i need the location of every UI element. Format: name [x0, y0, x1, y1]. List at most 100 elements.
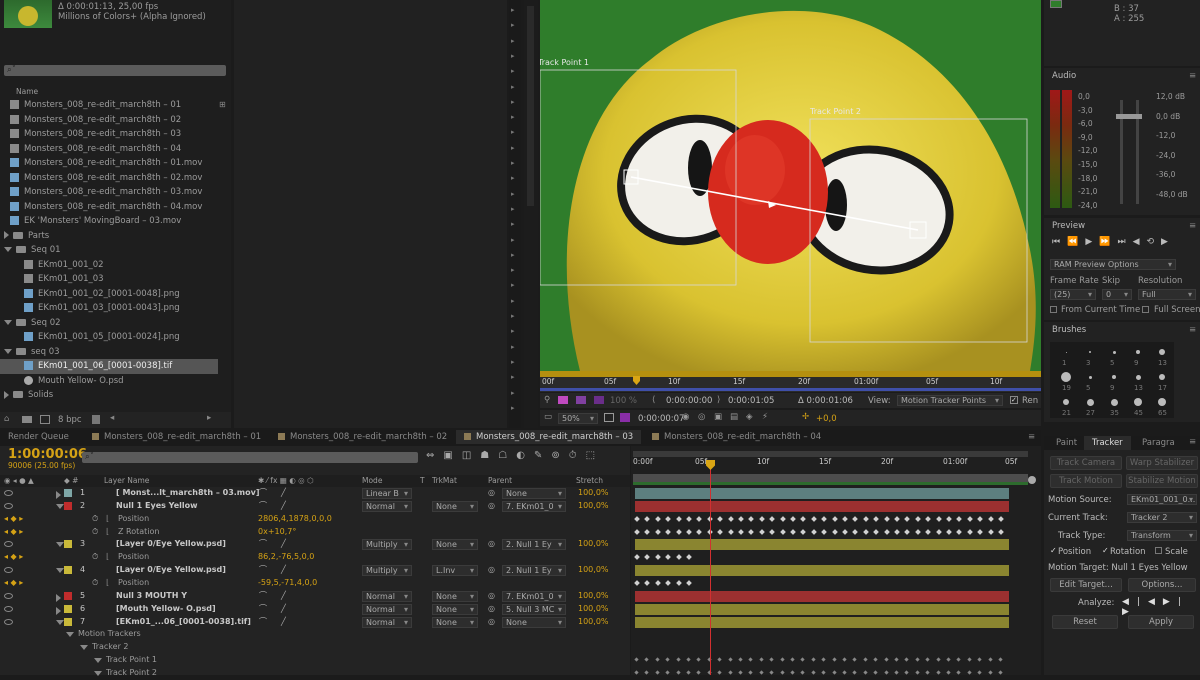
audio-icon[interactable]: ◀: [1133, 237, 1147, 247]
brush-preset[interactable]: [1159, 349, 1165, 355]
tracker-keyframe[interactable]: [935, 670, 941, 675]
project-item[interactable]: Monsters_008_re-edit_march8th – 04.mov: [0, 200, 218, 215]
tracker-keyframe[interactable]: [967, 657, 972, 662]
visibility-eye-icon[interactable]: [4, 502, 13, 509]
analyze-forward-icon[interactable]: ▶: [1163, 597, 1178, 607]
tracker-keyframe[interactable]: [894, 657, 899, 662]
keyframe[interactable]: [904, 515, 911, 522]
keyframe[interactable]: [852, 528, 859, 535]
col-mode[interactable]: Mode: [362, 475, 382, 487]
keyframe[interactable]: [644, 554, 651, 561]
tracker-keyframe[interactable]: [842, 657, 847, 662]
tracker-keyframe[interactable]: [998, 657, 1003, 662]
keyframe[interactable]: [675, 528, 682, 535]
tracker-keyframe[interactable]: [779, 670, 785, 675]
tracker-keyframe[interactable]: [696, 670, 702, 675]
keyframe[interactable]: [665, 554, 672, 561]
quality-switch-icon[interactable]: ╱: [281, 538, 286, 551]
frame-rate-dropdown[interactable]: (25): [1050, 289, 1096, 300]
stopwatch-icon[interactable]: ⏱: [92, 513, 98, 526]
keyframe[interactable]: [790, 528, 796, 535]
col-trkmat[interactable]: TrkMat: [432, 475, 457, 487]
analyze-back-one-icon[interactable]: ◀|: [1122, 597, 1148, 607]
tracker-keyframe[interactable]: [821, 670, 826, 675]
brush-preset[interactable]: [1088, 375, 1092, 379]
graph-icon[interactable]: ⌊: [106, 513, 109, 526]
brainstorm-icon[interactable]: ✎: [534, 450, 551, 461]
scale-checkbox[interactable]: [1155, 547, 1162, 554]
keyframe[interactable]: [738, 528, 744, 535]
timeline-ruler[interactable]: 0:00f 05f 10f 15f 20f 01:00f 05f: [631, 456, 1041, 472]
shy-switch-icon[interactable]: ⌒: [259, 538, 267, 551]
tracker-keyframe[interactable]: [987, 670, 993, 675]
scroll-arrow-icon[interactable]: ▸: [511, 404, 515, 412]
layer-duration-bar[interactable]: [635, 603, 1009, 615]
project-item[interactable]: Monsters_008_re-edit_march8th – 02: [0, 113, 218, 128]
tracker-keyframe[interactable]: [759, 670, 764, 675]
tracker-keyframe[interactable]: [883, 657, 889, 662]
keyframe[interactable]: [862, 528, 869, 535]
collapse-arrow-icon[interactable]: [4, 231, 9, 239]
column-header-name[interactable]: Name: [16, 87, 38, 96]
graph-icon[interactable]: ⌊: [106, 577, 109, 590]
tracker-keyframe[interactable]: [686, 670, 691, 675]
panel-scrollbar[interactable]: ▸ ▸ ▸ ▸ ▸ ▸ ▸ ▸ ▸ ▸ ▸ ▸ ▸ ▸ ▸ ▸ ▸ ▸ ▸ ▸ ▸ ▸ ▸ ▸ ▸ ▸ ▸: [509, 0, 521, 428]
project-item[interactable]: seq 03: [0, 345, 218, 360]
tracker-row[interactable]: Tracker 2: [0, 641, 630, 654]
viewer-quality[interactable]: 100 %: [610, 396, 637, 406]
stopwatch-icon[interactable]: ⏱: [92, 551, 98, 564]
audio-fader-handle[interactable]: [1116, 114, 1142, 119]
keyframe[interactable]: [810, 515, 817, 522]
keyframe[interactable]: [727, 515, 734, 522]
tracker-keyframe[interactable]: [915, 657, 920, 662]
resolution-icon[interactable]: ▣: [714, 412, 722, 422]
property-value[interactable]: 86,2,-76,5,0,0: [258, 551, 314, 564]
tracker-keyframe[interactable]: [956, 657, 962, 662]
auto-keyframe-icon[interactable]: ⏱: [569, 450, 586, 461]
keyframe[interactable]: [634, 580, 640, 586]
keyframe[interactable]: [644, 515, 651, 522]
work-area-range[interactable]: [633, 474, 1028, 485]
keyframe[interactable]: [748, 515, 755, 522]
tracker-keyframe[interactable]: [644, 657, 650, 662]
scroll-arrow-icon[interactable]: ▸: [511, 67, 515, 75]
tracker-keyframe[interactable]: [987, 657, 993, 662]
shy-switch-icon[interactable]: ⌒: [259, 603, 267, 616]
keyframe[interactable]: [644, 580, 651, 586]
property-value[interactable]: -59,5,-71,4,0,0: [258, 577, 317, 590]
shy-switch-icon[interactable]: ⌒: [259, 487, 267, 500]
tracker-keyframe[interactable]: [665, 657, 670, 662]
project-item[interactable]: Seq 01: [0, 243, 218, 258]
tracker-keyframe[interactable]: [675, 657, 681, 662]
tab-comp-3[interactable]: Monsters_008_re-edit_march8th – 03: [456, 430, 642, 444]
scroll-arrow-icon[interactable]: ▸: [511, 52, 515, 60]
keyframe[interactable]: [686, 515, 692, 522]
options-button[interactable]: Options...: [1128, 578, 1196, 592]
tracker-keyframe[interactable]: [779, 657, 785, 662]
timeline-search-input[interactable]: ⌕˅: [82, 452, 418, 463]
safe-zones-icon[interactable]: [604, 413, 614, 422]
expand-arrow-icon[interactable]: [4, 319, 12, 325]
viewer-time-in[interactable]: 0:00:00:00: [666, 396, 712, 406]
scroll-arrow-icon[interactable]: ▸: [511, 6, 515, 14]
keyframe[interactable]: [769, 528, 776, 535]
shy-switch-icon[interactable]: ⌒: [259, 590, 267, 603]
project-item[interactable]: EKm01_001_05_[0001-0024].png: [0, 330, 218, 345]
tab-paint[interactable]: Paint: [1048, 436, 1085, 450]
col-t[interactable]: T: [420, 475, 425, 487]
tracker-keyframe[interactable]: [655, 657, 660, 662]
panel-menu-icon[interactable]: ≡: [1189, 71, 1196, 81]
tab-comp-1[interactable]: Monsters_008_re-edit_march8th – 01: [84, 430, 269, 444]
project-item[interactable]: EKm01_001_02_[0001-0048].png: [0, 287, 218, 302]
loop-icon[interactable]: ⟲: [1147, 237, 1162, 247]
tracker-keyframe[interactable]: [904, 670, 910, 675]
draft-3d-icon[interactable]: ◫: [462, 450, 480, 461]
keyframe[interactable]: [654, 515, 661, 522]
pickwhip-icon[interactable]: ◎: [488, 564, 495, 577]
keyframe[interactable]: [634, 554, 640, 561]
keyframe[interactable]: [748, 528, 755, 535]
expand-arrow-icon[interactable]: [94, 670, 102, 676]
layer-row[interactable]: 7 [EKm01_...06_[0001-0038].tif] ⌒ ╱ Normal No…: [0, 616, 630, 629]
keyframe[interactable]: [914, 515, 921, 522]
visibility-eye-icon[interactable]: [4, 490, 13, 496]
